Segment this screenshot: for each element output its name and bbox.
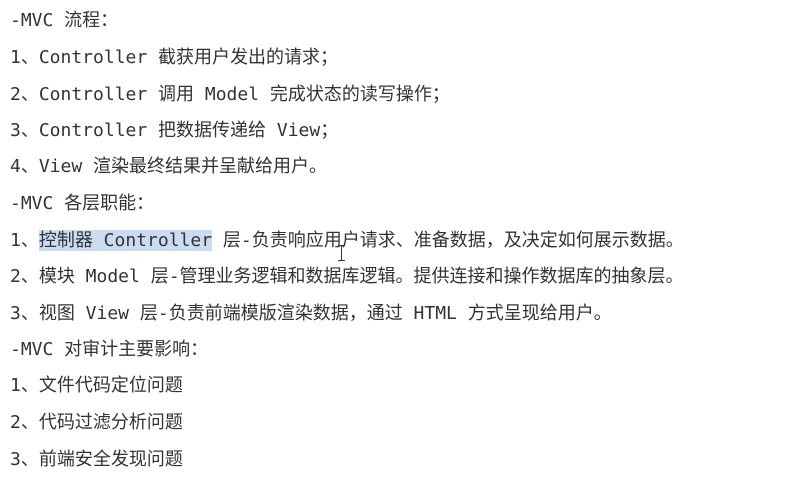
list-item-rest: 层-负责响应用户请求、准备数据，及决定如何展示数据。 bbox=[212, 230, 684, 251]
text-cursor-icon bbox=[338, 244, 346, 264]
list-item-prefix: 1、 bbox=[10, 230, 39, 251]
section-heading-flow: -MVC 流程： bbox=[10, 10, 119, 31]
list-item: 1、文件代码定位问题 bbox=[10, 375, 183, 396]
list-item: 1、Controller 截获用户发出的请求； bbox=[10, 47, 339, 68]
list-item: 3、Controller 把数据传递给 View； bbox=[10, 120, 339, 141]
section-heading-audit: -MVC 对审计主要影响： bbox=[10, 339, 209, 360]
document-body: -MVC 流程： 1、Controller 截获用户发出的请求； 2、Contr… bbox=[0, 0, 791, 500]
list-item: 4、View 渲染最终结果并呈献给用户。 bbox=[10, 156, 328, 177]
list-item: 1、控制器 Controller 层-负责响应用户请求、准备数据，及决定如何展示… bbox=[10, 229, 684, 253]
list-item: 3、视图 View 层-负责前端模版渲染数据，通过 HTML 方式呈现给用户。 bbox=[10, 303, 612, 324]
selected-text[interactable]: 控制器 Controller bbox=[38, 230, 213, 251]
section-heading-layers: -MVC 各层职能： bbox=[10, 193, 155, 214]
list-item: 2、Controller 调用 Model 完成状态的读写操作； bbox=[10, 84, 450, 105]
list-item: 3、前端安全发现问题 bbox=[10, 449, 183, 470]
list-item: 2、模块 Model 层-管理业务逻辑和数据库逻辑。提供连接和操作数据库的抽象层… bbox=[10, 266, 684, 287]
list-item: 2、代码过滤分析问题 bbox=[10, 412, 183, 433]
